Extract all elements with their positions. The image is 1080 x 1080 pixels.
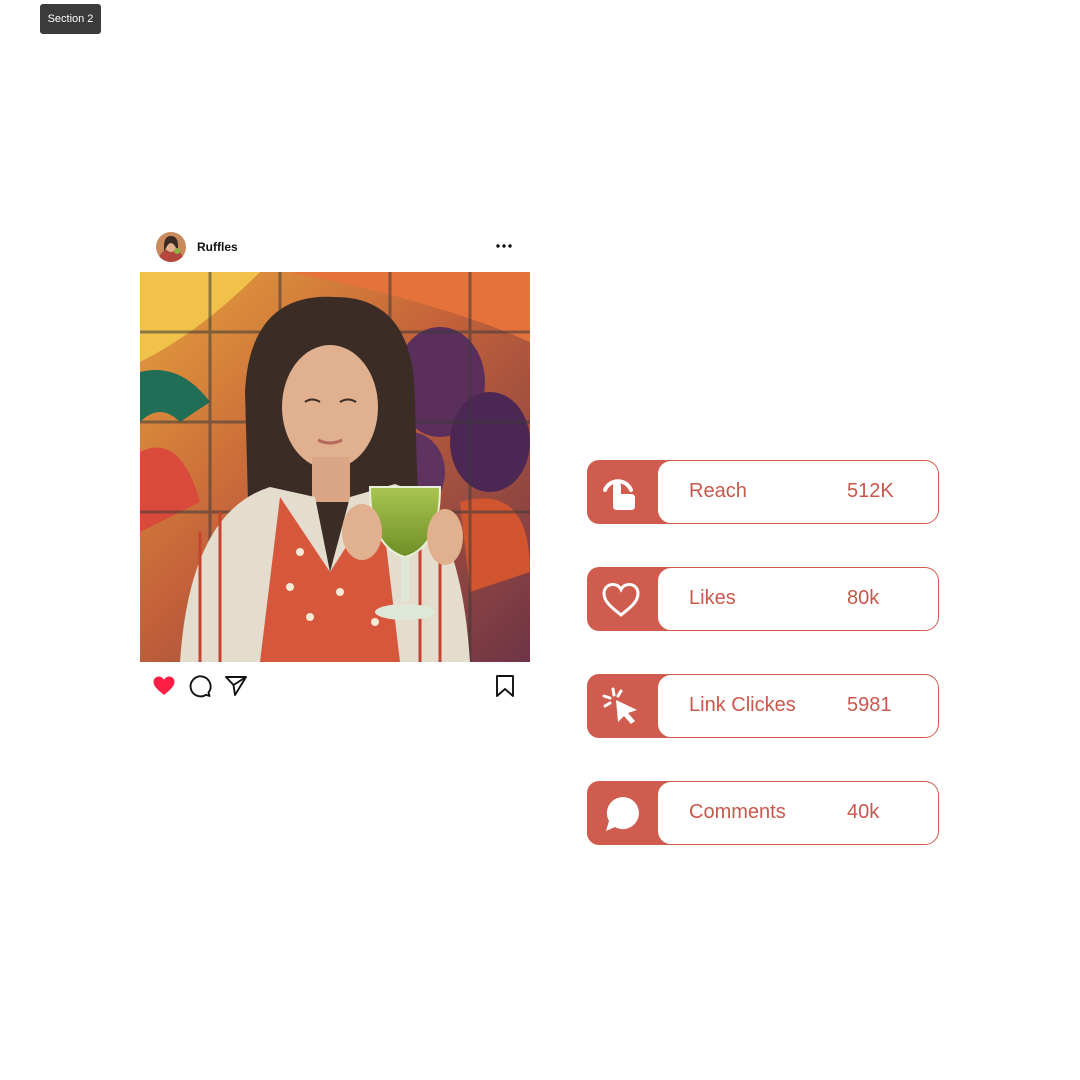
username[interactable]: Ruffles [197,240,238,254]
section-tag: Section 2 [40,4,101,34]
stat-likes: Likes 80k [587,567,939,631]
post-header: Ruffles [140,228,530,272]
stat-pill: Likes 80k [657,567,939,631]
stat-comments: Comments 40k [587,781,939,845]
page: Section 2 Ruffles Reach 512K Likes 80k L… [0,0,1080,1080]
bookmark-icon[interactable] [493,674,517,698]
tap-hand-icon [599,470,643,514]
paper-plane-icon[interactable] [224,674,248,698]
stat-label: Reach [689,480,747,502]
stat-label: Comments [689,801,786,823]
stat-pill: Link Clickes 5981 [657,674,939,738]
post-photo[interactable] [140,272,530,662]
stat-pill: Reach 512K [657,460,939,524]
heart-outline-icon [599,577,643,621]
stat-value: 80k [847,587,880,609]
cursor-click-icon [599,684,643,728]
stat-value: 5981 [847,694,892,716]
heart-filled-icon[interactable] [152,674,176,698]
stat-link-clicks: Link Clickes 5981 [587,674,939,738]
more-horizontal-icon[interactable] [492,238,516,254]
stat-value: 512K [847,480,894,502]
chat-bubble-icon [599,791,643,835]
stat-pill: Comments 40k [657,781,939,845]
stat-label: Likes [689,587,736,609]
stat-label: Link Clickes [689,694,796,716]
stat-value: 40k [847,801,880,823]
post-card: Ruffles [140,228,530,708]
comment-bubble-icon[interactable] [188,674,212,698]
avatar[interactable] [156,232,186,262]
post-actions [140,662,530,708]
stat-reach: Reach 512K [587,460,939,524]
